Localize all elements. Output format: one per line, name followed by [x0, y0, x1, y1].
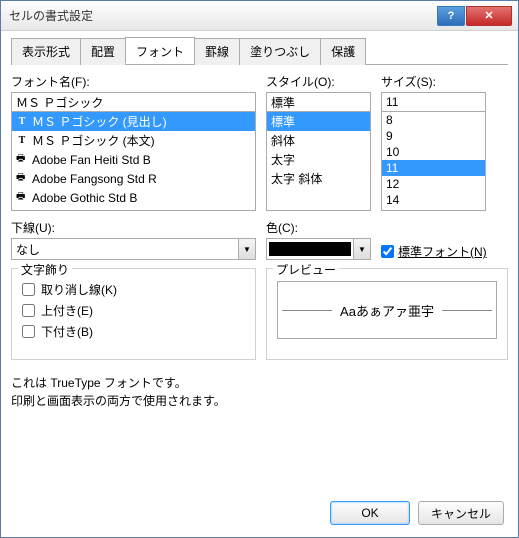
- standard-font-checkbox[interactable]: [381, 245, 394, 258]
- color-combo[interactable]: ▼: [266, 238, 371, 260]
- titlebar: セルの書式設定 ? ✕: [1, 1, 518, 31]
- size-input[interactable]: [381, 92, 486, 112]
- cancel-button[interactable]: キャンセル: [418, 501, 504, 525]
- list-item[interactable]: 🖶Adobe Fan Heiti Std B: [12, 150, 255, 169]
- font-list[interactable]: TＭＳ Ｐゴシック (見出し)TＭＳ Ｐゴシック (本文)🖶Adobe Fan …: [11, 111, 256, 211]
- underline-label: 下線(U):: [11, 219, 256, 236]
- subscript-label: 下付き(B): [41, 323, 93, 340]
- font-label: フォント名(F):: [11, 73, 256, 90]
- list-item[interactable]: 太字 斜体: [267, 169, 370, 188]
- color-label: 色(C):: [266, 219, 371, 236]
- decoration-title: 文字飾り: [18, 261, 72, 278]
- list-item[interactable]: 太字: [267, 150, 370, 169]
- strikethrough-label: 取り消し線(K): [41, 281, 117, 298]
- truetype-icon: T: [16, 116, 28, 127]
- tab-2[interactable]: フォント: [125, 37, 195, 64]
- chevron-down-icon: ▼: [353, 239, 370, 259]
- help-button[interactable]: ?: [437, 6, 465, 26]
- ok-button[interactable]: OK: [330, 501, 410, 525]
- list-item[interactable]: TＭＳ Ｐゴシック (見出し): [12, 112, 255, 131]
- font-name-input[interactable]: [11, 92, 256, 112]
- list-item[interactable]: 🖶Adobe Gothic Std B: [12, 188, 255, 207]
- printer-font-icon: 🖶: [16, 170, 28, 187]
- font-note: これは TrueType フォントです。 印刷と画面表示の両方で使用されます。: [11, 374, 508, 410]
- close-button[interactable]: ✕: [466, 6, 512, 26]
- preview-title: プレビュー: [273, 261, 339, 278]
- style-label: スタイル(O):: [266, 73, 371, 90]
- list-item[interactable]: 🖶Adobe Fangsong Std R: [12, 169, 255, 188]
- list-item[interactable]: 12: [382, 176, 485, 192]
- size-label: サイズ(S):: [381, 73, 486, 90]
- underline-value: なし: [12, 239, 238, 260]
- list-item[interactable]: 標準: [267, 112, 370, 131]
- superscript-checkbox[interactable]: [22, 304, 35, 317]
- printer-font-icon: 🖶: [16, 189, 28, 206]
- underline-combo[interactable]: なし ▼: [11, 238, 256, 260]
- tab-3[interactable]: 罫線: [194, 38, 240, 65]
- list-item[interactable]: TＭＳ Ｐゴシック (本文): [12, 131, 255, 150]
- chevron-down-icon: ▼: [238, 239, 255, 259]
- tab-strip: 表示形式配置フォント罫線塗りつぶし保護: [11, 37, 508, 65]
- list-item[interactable]: 11: [382, 160, 485, 176]
- list-item[interactable]: 🖶Adobe Heiti Std R: [12, 207, 255, 211]
- list-item[interactable]: 14: [382, 192, 485, 208]
- tab-0[interactable]: 表示形式: [11, 38, 81, 65]
- truetype-icon: T: [16, 135, 28, 146]
- list-item[interactable]: 8: [382, 112, 485, 128]
- preview-box: Aaあぁアァ亜宇: [277, 281, 497, 339]
- size-list[interactable]: 8910111214: [381, 111, 486, 211]
- list-item[interactable]: 9: [382, 128, 485, 144]
- list-item[interactable]: 10: [382, 144, 485, 160]
- tab-5[interactable]: 保護: [320, 38, 366, 65]
- tab-4[interactable]: 塗りつぶし: [239, 38, 321, 65]
- window-title: セルの書式設定: [9, 7, 437, 24]
- style-list[interactable]: 標準斜体太字太字 斜体: [266, 111, 371, 211]
- standard-font-label: 標準フォント(N): [398, 243, 487, 260]
- list-item[interactable]: 斜体: [267, 131, 370, 150]
- style-input[interactable]: [266, 92, 371, 112]
- preview-group: プレビュー Aaあぁアァ亜宇: [266, 268, 508, 360]
- printer-font-icon: 🖶: [16, 151, 28, 168]
- color-swatch: [269, 242, 351, 256]
- decoration-group: 文字飾り 取り消し線(K) 上付き(E) 下付き(B): [11, 268, 256, 360]
- strikethrough-checkbox[interactable]: [22, 283, 35, 296]
- superscript-label: 上付き(E): [41, 302, 93, 319]
- subscript-checkbox[interactable]: [22, 325, 35, 338]
- preview-text: Aaあぁアァ亜宇: [336, 301, 438, 320]
- format-cells-dialog: セルの書式設定 ? ✕ 表示形式配置フォント罫線塗りつぶし保護 フォント名(F)…: [0, 0, 519, 538]
- tab-1[interactable]: 配置: [80, 38, 126, 65]
- printer-font-icon: 🖶: [16, 208, 28, 211]
